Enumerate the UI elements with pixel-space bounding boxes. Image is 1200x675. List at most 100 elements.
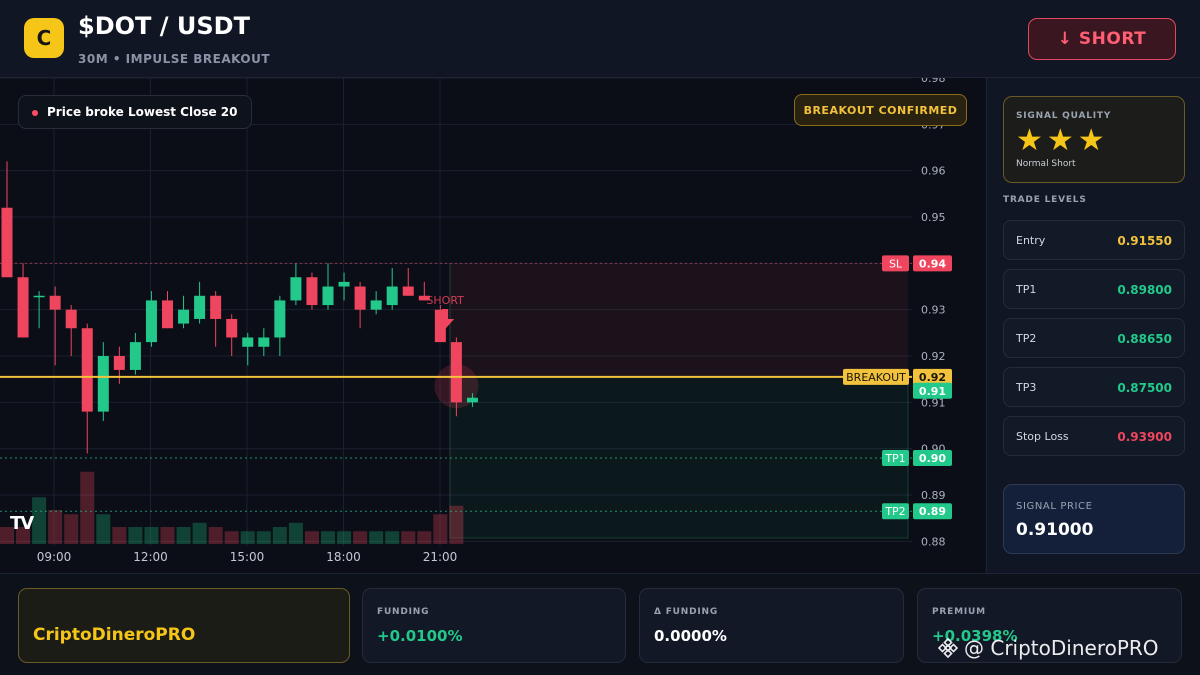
- alert-dot-icon: [32, 110, 38, 116]
- timeframe-subtitle: 30M • IMPULSE BREAKOUT: [78, 52, 271, 66]
- footer-bar: CriptoDineroPRO FUNDING +0.0100% Δ FUNDI…: [0, 573, 1200, 675]
- delta-funding-label: Δ FUNDING: [654, 607, 719, 617]
- candle-body: [129, 342, 141, 370]
- funding-value: +0.0100%: [377, 627, 463, 645]
- price-tag-label: 0.94: [919, 257, 946, 270]
- level-entry: Entry 0.91550: [1003, 220, 1185, 260]
- candle-body: [258, 337, 270, 347]
- volume-bar: [337, 531, 352, 544]
- y-axis-tick: 0.88: [921, 535, 946, 548]
- candle-body: [466, 397, 478, 403]
- candle-body: [194, 295, 206, 319]
- level-name-label: TP1: [884, 452, 905, 465]
- level-label: Entry: [1016, 234, 1046, 247]
- pair-title: $DOT / USDT: [78, 12, 250, 40]
- volume-bar: [240, 531, 255, 544]
- candle-body: [33, 295, 45, 298]
- candle-body: [145, 300, 157, 343]
- level-value: 0.89800: [1117, 283, 1172, 297]
- candle-body: [97, 356, 109, 412]
- volume-bar: [32, 497, 47, 544]
- candle-body: [370, 300, 382, 310]
- level-tp1: TP1 0.89800: [1003, 269, 1185, 309]
- candle-body: [81, 328, 93, 412]
- candle-body: [242, 337, 254, 347]
- level-label: TP1: [1016, 283, 1037, 296]
- volume-bar: [176, 527, 191, 544]
- signal-side-panel: SIGNAL QUALITY ★★★ Normal Short TRADE LE…: [986, 78, 1200, 573]
- breakout-info-text: Price broke Lowest Close 20: [47, 105, 238, 119]
- volume-bar: [433, 514, 448, 544]
- candle-body: [162, 300, 173, 329]
- volume-bar: [144, 527, 159, 544]
- delta-funding-card: Δ FUNDING 0.0000%: [639, 588, 904, 663]
- premium-label: PREMIUM: [932, 607, 986, 617]
- short-marker-label: SHORT: [426, 294, 464, 307]
- level-label: Stop Loss: [1016, 430, 1069, 443]
- volume-bar: [128, 527, 143, 544]
- candle-body: [1, 207, 13, 278]
- candle-body: [178, 309, 190, 324]
- level-value: 0.87500: [1117, 381, 1172, 395]
- candle-body: [226, 318, 238, 338]
- candle-body: [338, 281, 350, 287]
- level-tp2: TP2 0.88650: [1003, 318, 1185, 358]
- watermark-text: @ CriptoDineroPRO: [964, 636, 1159, 660]
- level-name-label: BREAKOUT: [846, 371, 906, 384]
- candle-body: [49, 295, 61, 310]
- price-chart[interactable]: 0.980.970.960.950.940.930.920.910.900.89…: [0, 78, 985, 573]
- x-axis-tick: 18:00: [326, 550, 361, 564]
- candle-body: [274, 300, 286, 338]
- price-tag-label: 0.92: [919, 371, 946, 384]
- candle-body: [354, 286, 366, 310]
- volume-bar: [80, 471, 95, 544]
- volume-bar: [160, 527, 175, 544]
- volume-bar: [288, 522, 303, 544]
- volume-bar: [369, 531, 384, 544]
- level-value: 0.91550: [1117, 234, 1172, 248]
- candle-body: [386, 286, 398, 306]
- volume-bar: [112, 527, 127, 544]
- volume-bar: [321, 531, 335, 544]
- y-axis-tick: 0.96: [921, 165, 946, 178]
- short-button[interactable]: ↓ SHORT: [1028, 18, 1176, 60]
- app-logo: C: [24, 18, 64, 58]
- volume-bar: [192, 522, 207, 544]
- brand-card: CriptoDineroPRO: [18, 588, 350, 663]
- binance-icon: [938, 638, 958, 658]
- candle-body: [402, 286, 414, 296]
- volume-bar: [96, 514, 111, 544]
- brand-name: CriptoDineroPRO: [33, 625, 196, 645]
- candle-body: [17, 277, 29, 338]
- signal-quality-label: SIGNAL QUALITY: [1016, 111, 1112, 121]
- level-label: TP2: [1016, 332, 1037, 345]
- watermark: @ CriptoDineroPRO: [938, 636, 1159, 660]
- signal-price-label: SIGNAL PRICE: [1016, 501, 1093, 512]
- funding-label: FUNDING: [377, 607, 430, 617]
- price-tag-label: 0.91: [919, 385, 946, 398]
- candle-body: [65, 309, 77, 329]
- candlestick-chart[interactable]: 0.980.970.960.950.940.930.920.910.900.89…: [0, 78, 985, 573]
- x-axis-tick: 09:00: [37, 550, 72, 564]
- volume-bar: [353, 531, 368, 544]
- volume-bar: [304, 531, 319, 544]
- volume-bar: [272, 527, 287, 544]
- candle-body: [322, 286, 334, 306]
- x-axis-tick: 12:00: [133, 550, 168, 564]
- stop-loss-zone: [450, 263, 908, 377]
- y-axis-tick: 0.93: [921, 304, 946, 317]
- volume-bar: [64, 514, 79, 544]
- level-name-label: SL: [889, 257, 903, 270]
- volume-bar: [208, 527, 223, 544]
- y-axis-tick: 0.92: [921, 350, 946, 363]
- candle-body: [290, 277, 302, 301]
- volume-bar: [48, 510, 63, 544]
- signal-price-card: SIGNAL PRICE 0.91000: [1003, 484, 1185, 554]
- funding-card: FUNDING +0.0100%: [362, 588, 626, 663]
- breakout-info-pill: Price broke Lowest Close 20: [18, 95, 253, 129]
- delta-funding-value: 0.0000%: [654, 627, 727, 645]
- quality-stars-icon: ★★★: [1016, 123, 1109, 158]
- level-label: TP3: [1016, 381, 1037, 394]
- volume-bar: [256, 531, 271, 544]
- price-tag-label: 0.90: [919, 452, 946, 465]
